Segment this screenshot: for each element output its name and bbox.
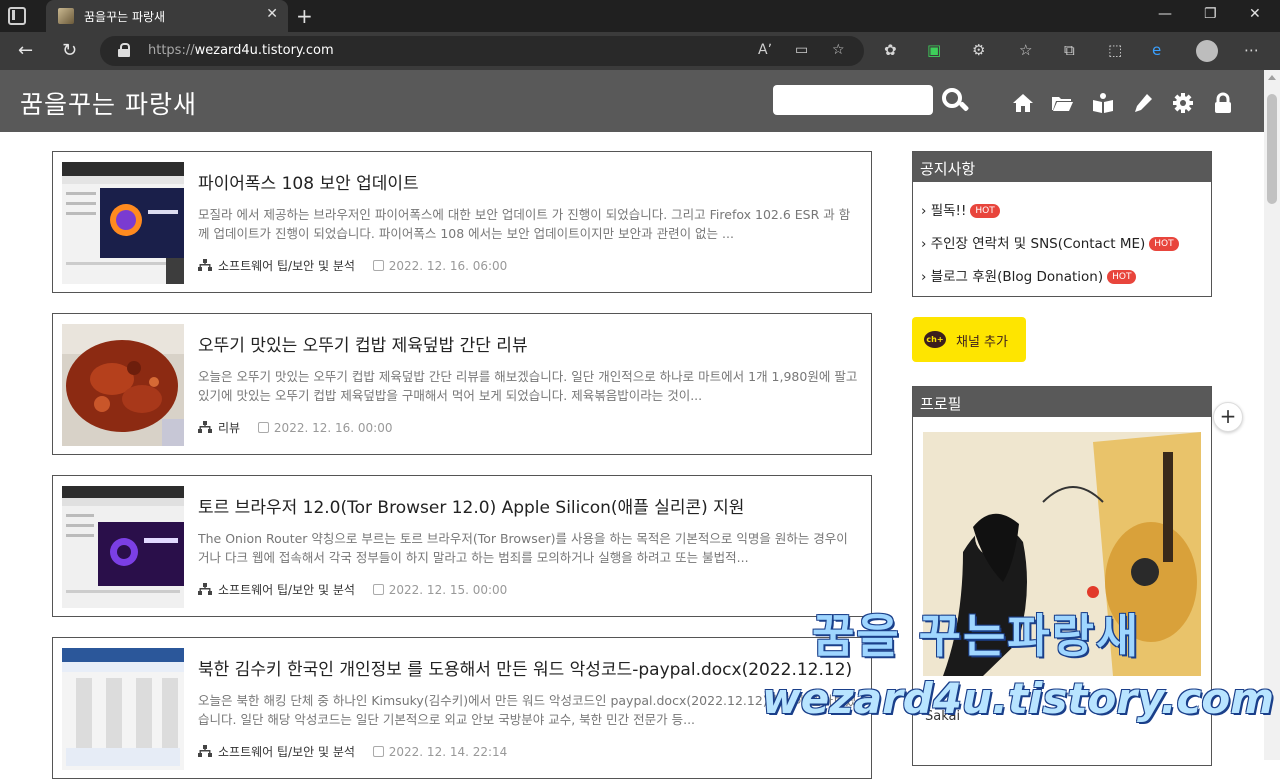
kakao-channel-add-button[interactable]: ch+ 채널 추가 (912, 317, 1026, 362)
notice-item[interactable]: › 블로그 후원(Blog Donation) HOT (921, 265, 1137, 285)
calendar-icon (372, 584, 384, 595)
new-tab-icon[interactable]: + (296, 4, 313, 28)
add-favorite-icon[interactable]: ☆ (832, 42, 845, 58)
post-title[interactable]: 파이어폭스 108 보안 업데이트 (198, 169, 419, 194)
search-input[interactable] (773, 85, 933, 115)
collections-icon[interactable]: ⧉ (1064, 41, 1075, 59)
post-card[interactable]: 토르 브라우저 12.0(Tor Browser 12.0) Apple Sil… (52, 475, 872, 617)
calendar-icon (372, 746, 384, 757)
more-menu-icon[interactable]: ⋯ (1244, 41, 1259, 59)
browser-tab-active[interactable]: 꿈을꾸는 파랑새 ✕ (46, 0, 288, 32)
post-date: 2022. 12. 15. 00:00 (388, 583, 508, 597)
tab-actions-icon[interactable] (8, 7, 26, 25)
post-title[interactable]: 북한 김수키 한국인 개인정보 를 도용해서 만든 워드 악성코드-paypal… (198, 655, 852, 680)
post-category[interactable]: 소프트웨어 팁/보안 및 분석 (218, 259, 355, 273)
post-meta: 소프트웨어 팁/보안 및 분석 2022. 12. 16. 06:00 (198, 257, 507, 274)
notice-widget-title: 공지사항 (913, 152, 1211, 182)
site-title[interactable]: 꿈을꾸는 파랑새 (20, 85, 197, 121)
hot-badge: HOT (1107, 270, 1137, 284)
ie-mode-icon[interactable]: e (1152, 41, 1161, 59)
extensions-icon[interactable]: ⚙ (972, 41, 985, 59)
post-thumbnail[interactable] (62, 648, 184, 770)
hot-badge: HOT (1149, 237, 1179, 251)
post-meta: 소프트웨어 팁/보안 및 분석 2022. 12. 15. 00:00 (198, 581, 507, 598)
extension-green-icon[interactable]: ▣ (927, 41, 941, 59)
guestbook-icon[interactable] (1092, 92, 1114, 114)
post-category[interactable]: 소프트웨어 팁/보안 및 분석 (218, 583, 355, 597)
post-date: 2022. 12. 14. 22:14 (388, 745, 508, 759)
folder-icon[interactable] (1051, 92, 1073, 114)
web-capture-icon[interactable]: ⬚ (1108, 41, 1122, 59)
notice-widget: 공지사항 › 필독!! HOT › 주인장 연락처 및 SNS(Contact M… (912, 151, 1212, 297)
hot-badge: HOT (970, 204, 1000, 218)
post-excerpt[interactable]: 오늘은 오뚜기 맛있는 오뚜기 컵밥 제육덮밥 간단 리뷰를 해보겠습니다. 일… (198, 367, 858, 405)
browser-toolbar: ← ↻ https://wezard4u.tistory.com A͏ʼ ▭ ☆… (0, 32, 1280, 70)
minimize-icon[interactable]: — (1158, 6, 1172, 22)
kakao-channel-label: 채널 추가 (956, 335, 1008, 350)
home-icon[interactable] (1012, 92, 1034, 114)
login-lock-icon[interactable] (1212, 92, 1234, 114)
tab-title: 꿈을꾸는 파랑새 (84, 10, 166, 24)
extension-puzzle-icon[interactable]: ✿ (884, 41, 897, 59)
post-title[interactable]: 토르 브라우저 12.0(Tor Browser 12.0) Apple Sil… (198, 493, 744, 518)
calendar-icon (257, 422, 269, 433)
post-card[interactable]: 북한 김수키 한국인 개인정보 를 도용해서 만든 워드 악성코드-paypal… (52, 637, 872, 779)
category-sitemap-icon (198, 259, 212, 271)
favorites-icon[interactable]: ☆ (1019, 41, 1032, 59)
notice-item[interactable]: › 주인장 연락처 및 SNS(Contact ME) HOT (921, 232, 1179, 252)
watermark-url: wezard4u.tistory.com (762, 674, 1275, 723)
refresh-icon[interactable]: ↻ (62, 40, 77, 61)
window-close-icon[interactable]: ✕ (1249, 6, 1261, 22)
post-date: 2022. 12. 16. 00:00 (273, 421, 393, 435)
read-aloud-icon[interactable]: A͏ʼ (758, 42, 772, 58)
category-sitemap-icon (198, 745, 212, 757)
reader-view-icon[interactable]: ▭ (795, 42, 808, 58)
browser-tab-strip: 꿈을꾸는 파랑새 ✕ + — ❐ ✕ (0, 0, 1280, 32)
scroll-up-icon[interactable] (1268, 75, 1276, 80)
address-bar[interactable]: https://wezard4u.tistory.com A͏ʼ ▭ ☆ (100, 36, 864, 66)
site-header: 꿈을꾸는 파랑새 (0, 70, 1264, 132)
maximize-icon[interactable]: ❐ (1204, 6, 1217, 22)
site-favicon-icon (58, 8, 74, 24)
scrollbar-thumb[interactable] (1267, 94, 1277, 204)
post-date: 2022. 12. 16. 06:00 (388, 259, 508, 273)
address-url[interactable]: https://wezard4u.tistory.com (148, 43, 334, 58)
tab-close-icon[interactable]: ✕ (266, 6, 278, 22)
post-category[interactable]: 소프트웨어 팁/보안 및 분석 (218, 745, 355, 759)
write-pen-icon[interactable] (1132, 92, 1154, 114)
post-card[interactable]: 파이어폭스 108 보안 업데이트 모질라 에서 제공하는 브라우저인 파이어폭… (52, 151, 872, 293)
notice-item[interactable]: › 필독!! HOT (921, 199, 1000, 219)
watermark-title: 꿈을 꾸는파랑새 (812, 609, 1141, 663)
calendar-icon (372, 260, 384, 271)
settings-gear-icon[interactable] (1172, 92, 1194, 114)
post-card[interactable]: 오뚜기 맛있는 오뚜기 컵밥 제육덮밥 간단 리뷰 오늘은 오뚜기 맛있는 오뚜… (52, 313, 872, 455)
post-thumbnail[interactable] (62, 324, 184, 446)
post-thumbnail[interactable] (62, 162, 184, 284)
search-icon[interactable] (940, 86, 970, 116)
floating-add-button[interactable]: + (1213, 402, 1243, 432)
category-sitemap-icon (198, 421, 212, 433)
post-excerpt[interactable]: 오늘은 북한 해킹 단체 중 하나인 Kimsuky(김수키)에서 만든 워드 … (198, 691, 858, 729)
post-thumbnail[interactable] (62, 486, 184, 608)
kakao-channel-icon: ch+ (924, 331, 946, 348)
post-meta: 소프트웨어 팁/보안 및 분석 2022. 12. 14. 22:14 (198, 743, 507, 760)
category-sitemap-icon (198, 583, 212, 595)
lock-icon[interactable] (118, 43, 130, 57)
post-excerpt[interactable]: 모질라 에서 제공하는 브라우저인 파이어폭스에 대한 보안 업데이트 가 진행… (198, 205, 858, 243)
post-title[interactable]: 오뚜기 맛있는 오뚜기 컵밥 제육덮밥 간단 리뷰 (198, 331, 528, 356)
page-scrollbar[interactable] (1264, 70, 1280, 760)
profile-avatar[interactable] (1196, 40, 1218, 62)
post-meta: 리뷰 2022. 12. 16. 00:00 (198, 419, 392, 436)
profile-widget-title: 프로필 (913, 387, 1211, 417)
back-icon[interactable]: ← (18, 40, 33, 61)
post-excerpt[interactable]: The Onion Router 약칭으로 부르는 토르 브라우저(Tor Br… (198, 529, 858, 567)
post-category[interactable]: 리뷰 (218, 421, 240, 435)
